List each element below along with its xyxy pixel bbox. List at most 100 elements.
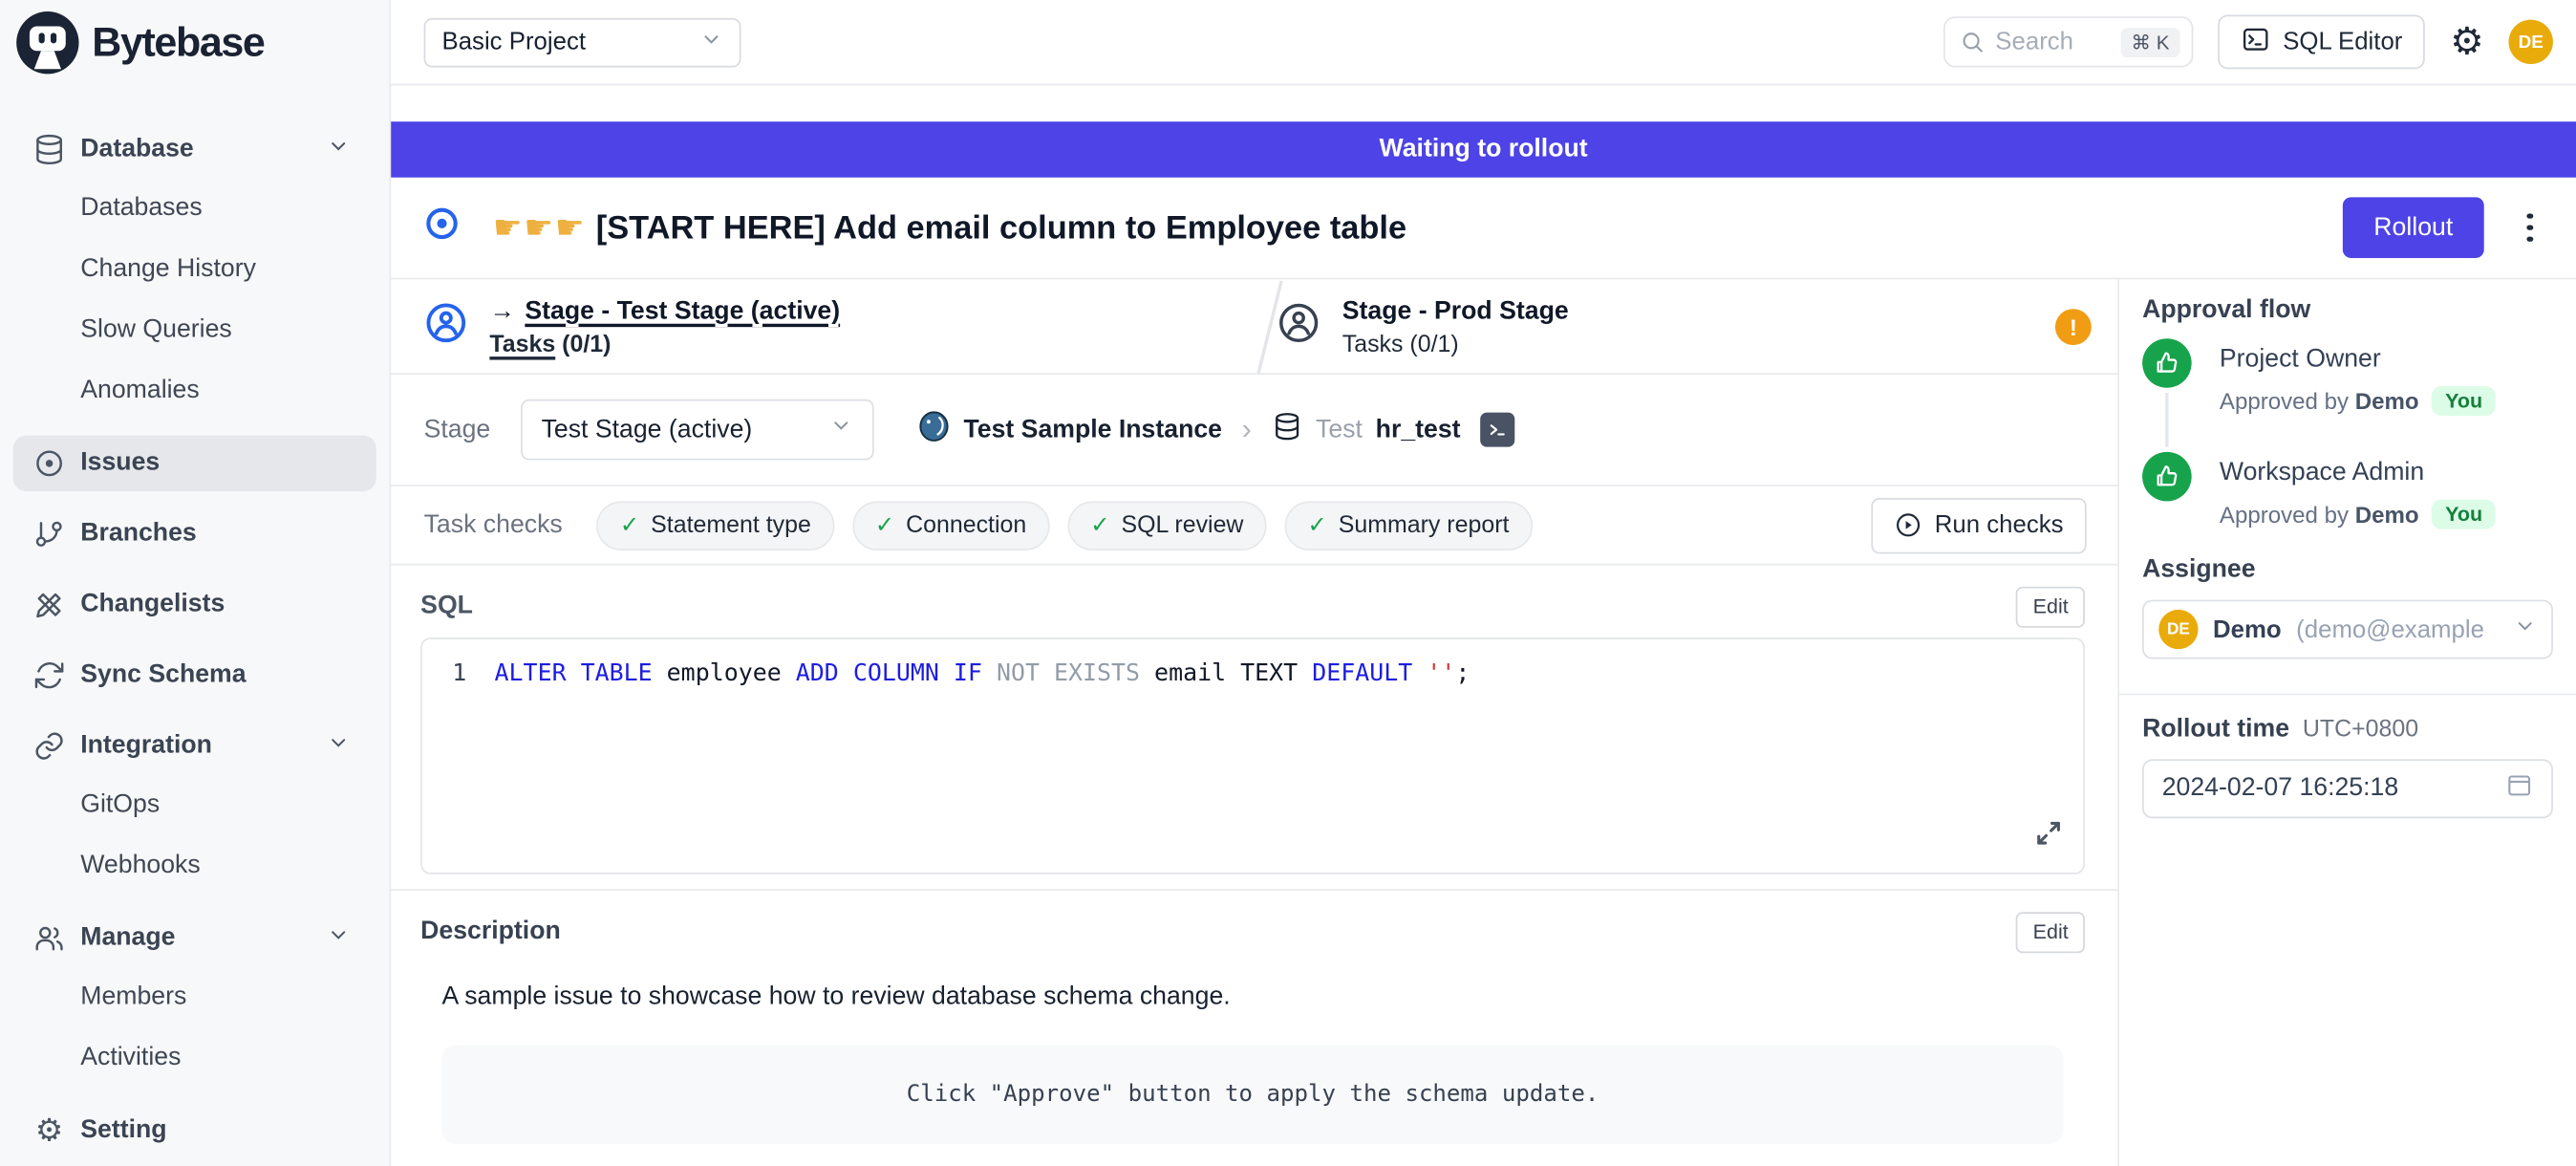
main-area: Basic Project Search ⌘ K SQL Editor ⚙ <box>391 0 2576 1166</box>
sync-refresh-icon <box>32 659 65 691</box>
issue-title: ☛☛☛[START HERE] Add email column to Empl… <box>493 207 1406 248</box>
approval-step: Project Owner Approved by Demo You <box>2142 338 2553 452</box>
sql-editor[interactable]: 1ALTER TABLE employee ADD COLUMN IF NOT … <box>420 637 2085 874</box>
brand-name: Bytebase <box>92 19 264 67</box>
stage-prod-cell[interactable]: Stage - Prod Stage Tasks (0/1) <box>1277 279 1569 375</box>
sidebar-item-label: Issues <box>80 448 160 478</box>
sql-heading: SQL <box>420 592 473 621</box>
sidebar-item-label: Branches <box>80 519 196 549</box>
description-edit-button[interactable]: Edit <box>2016 911 2084 952</box>
sidebar-item-gitops[interactable]: GitOps <box>0 774 389 835</box>
search-icon <box>1959 30 1984 54</box>
stage-label: Stage <box>424 415 491 444</box>
issue-status-icon <box>424 205 461 249</box>
git-branch-icon <box>32 518 65 551</box>
gear-icon: ⚙ <box>32 1114 65 1147</box>
open-sql-editor-icon[interactable] <box>1480 413 1514 447</box>
sidebar-item-integration[interactable]: Integration <box>0 718 389 773</box>
stage-name: Stage - Prod Stage <box>1342 296 1569 326</box>
database-icon <box>32 133 65 165</box>
stage-select[interactable]: Test Stage (active) <box>520 399 873 461</box>
chevron-down-icon <box>327 922 350 954</box>
check-pill-connection[interactable]: ✓ Connection <box>852 501 1049 551</box>
stage-tasks-link[interactable]: Tasks (0/1) <box>1342 331 1569 357</box>
warning-icon: ! <box>2055 309 2092 345</box>
link-icon <box>32 729 65 762</box>
project-select[interactable]: Basic Project <box>424 17 741 67</box>
sidebar-nav: Database Databases Change History Slow Q… <box>0 85 389 1158</box>
check-icon: ✓ <box>620 511 639 539</box>
sidebar-item-anomalies[interactable]: Anomalies <box>0 360 389 421</box>
sidebar-item-slow-queries[interactable]: Slow Queries <box>0 299 389 360</box>
step-connector <box>2165 393 2168 447</box>
keyboard-shortcut-badge: ⌘ K <box>2121 27 2179 56</box>
you-badge: You <box>2432 386 2496 416</box>
description-heading: Description <box>420 917 561 946</box>
sidebar-item-branches[interactable]: Branches <box>0 507 389 562</box>
settings-gear-icon[interactable]: ⚙ <box>2450 23 2483 61</box>
line-number: 1 <box>422 660 495 687</box>
description-code-note: Click "Approve" button to apply the sche… <box>442 1046 2064 1144</box>
sidebar-item-databases[interactable]: Databases <box>0 178 389 239</box>
sidebar-item-members[interactable]: Members <box>0 966 389 1027</box>
sidebar-item-webhooks[interactable]: Webhooks <box>0 834 389 896</box>
sidebar-item-issues[interactable]: Issues <box>13 436 376 491</box>
stage-person-icon-active <box>424 301 468 354</box>
bytebase-app: Bytebase Database Databases Change Histo… <box>0 0 2576 1166</box>
kebab-menu-icon[interactable] <box>2514 213 2546 242</box>
check-pill-statement-type[interactable]: ✓ Statement type <box>597 501 834 551</box>
sql-edit-button[interactable]: Edit <box>2016 586 2084 627</box>
users-icon <box>32 922 65 955</box>
project-select-value: Basic Project <box>442 28 587 55</box>
topbar: Basic Project Search ⌘ K SQL Editor ⚙ <box>391 0 2576 85</box>
check-pill-sql-review[interactable]: ✓ SQL review <box>1067 501 1266 551</box>
environment-label: Test <box>1316 415 1363 444</box>
play-circle-icon <box>1894 511 1921 539</box>
sidebar-item-label: Sync Schema <box>80 660 246 690</box>
bytebase-logo-icon <box>16 11 78 74</box>
sql-editor-button[interactable]: SQL Editor <box>2217 14 2425 69</box>
sidebar-item-database[interactable]: Database <box>0 121 389 177</box>
approval-status: Approved by Demo You <box>2220 500 2496 529</box>
rollout-button[interactable]: Rollout <box>2343 197 2484 258</box>
stage-tasks-link[interactable]: Tasks (0/1) <box>489 331 840 357</box>
breadcrumb-separator-icon: › <box>1242 413 1252 447</box>
user-avatar[interactable]: DE <box>2509 20 2553 64</box>
timezone-label: UTC+0800 <box>2303 717 2418 744</box>
calendar-icon[interactable] <box>2505 770 2533 807</box>
chevron-down-icon <box>2514 614 2537 645</box>
instance-link[interactable]: Test Sample Instance <box>963 415 1222 444</box>
task-checks-row: Task checks ✓ Statement type ✓ Connectio… <box>391 486 2117 566</box>
check-icon: ✓ <box>875 511 894 539</box>
rollout-time-heading: Rollout time <box>2142 715 2289 745</box>
brand-logo[interactable]: Bytebase <box>0 0 389 85</box>
database-breadcrumb: Test Sample Instance › Test hr_test <box>916 408 1515 451</box>
approval-flow-heading: Approval flow <box>2142 295 2553 325</box>
approved-thumbs-up-icon <box>2142 338 2192 388</box>
approval-role: Project Owner <box>2220 345 2496 375</box>
approval-steps: Project Owner Approved by Demo You <box>2142 338 2553 529</box>
sidebar-item-change-history[interactable]: Change History <box>0 238 389 299</box>
rollout-time-input[interactable]: 2024-02-07 16:25:18 <box>2142 759 2553 818</box>
sidebar: Bytebase Database Databases Change Histo… <box>0 0 391 1166</box>
check-icon: ✓ <box>1090 511 1109 539</box>
sidebar-item-activities[interactable]: Activities <box>0 1027 389 1089</box>
stage-person-icon <box>1277 301 1320 354</box>
sidebar-item-setting[interactable]: ⚙ Setting <box>0 1103 389 1158</box>
sidebar-item-manage[interactable]: Manage <box>0 911 389 966</box>
sidebar-item-label: Changelists <box>80 590 225 619</box>
expand-fullscreen-icon[interactable] <box>2035 820 2062 854</box>
sidebar-item-changelists[interactable]: Changelists <box>0 577 389 633</box>
sidebar-item-sync-schema[interactable]: Sync Schema <box>0 647 389 702</box>
run-checks-button[interactable]: Run checks <box>1871 497 2087 552</box>
database-link[interactable]: hr_test <box>1376 415 1461 444</box>
stage-test-cell[interactable]: →Stage - Test Stage (active) Tasks (0/1) <box>424 279 841 375</box>
chevron-down-icon <box>828 414 851 445</box>
search-input[interactable]: Search ⌘ K <box>1943 16 2192 67</box>
issue-title-row: ☛☛☛[START HERE] Add email column to Empl… <box>391 178 2576 280</box>
description-section: Description Edit A sample issue to showc… <box>391 891 2117 1144</box>
issue-detail-column: →Stage - Test Stage (active) Tasks (0/1)… <box>391 279 2117 1166</box>
assignee-select[interactable]: DE Demo (demo@example <box>2142 600 2553 659</box>
check-pill-summary-report[interactable]: ✓ Summary report <box>1284 501 1532 551</box>
sidebar-item-label: Integration <box>80 731 212 761</box>
